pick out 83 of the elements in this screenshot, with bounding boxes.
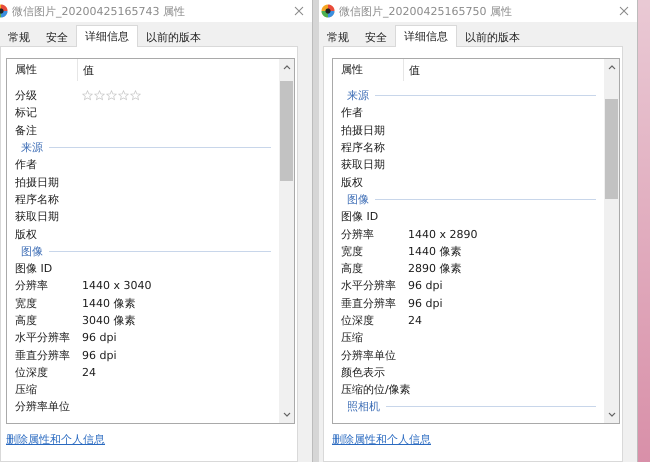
property-name: 图像 ID [341, 209, 380, 224]
star-rating[interactable] [82, 90, 141, 102]
tab[interactable]: 详细信息 [395, 25, 457, 47]
property-name: 位深度 [341, 313, 375, 328]
property-value: 1440 像素 [82, 296, 136, 311]
property-name: 分辨率单位 [341, 348, 397, 363]
column-header[interactable]: 属性 [7, 59, 78, 81]
star-icon [106, 90, 117, 102]
scrollbar[interactable] [279, 59, 294, 423]
property-name: 分辨率 [15, 278, 49, 294]
property-name: 位深度 [15, 364, 49, 380]
property-name: 压缩 [341, 330, 364, 346]
scroll-thumb[interactable] [605, 99, 618, 199]
column-header[interactable]: 值 [78, 62, 94, 78]
property-value: 1440 像素 [408, 244, 462, 259]
close-icon[interactable] [619, 6, 629, 16]
property-name: 备注 [15, 122, 38, 138]
tab[interactable]: 详细信息 [76, 25, 138, 47]
property-name: 程序名称 [341, 140, 386, 156]
property-name: 垂直分辨率 [341, 296, 397, 311]
property-name: 分辨率单位 [15, 399, 71, 414]
property-name: 水平分辨率 [15, 330, 71, 346]
property-name: 压缩 [15, 382, 38, 398]
property-name: 分级 [15, 88, 38, 104]
window-title: 微信图片_20200425165743 属性 [12, 4, 186, 18]
property-name: 版权 [341, 174, 364, 190]
property-name: 作者 [341, 105, 364, 120]
property-name: 版权 [15, 226, 38, 242]
property-name: 拍摄日期 [15, 174, 60, 190]
property-name: 标记 [15, 105, 38, 120]
tab[interactable]: 安全 [38, 27, 76, 46]
property-name: 分辨率 [341, 226, 375, 242]
remove-properties-link[interactable]: 删除属性和个人信息 [332, 432, 431, 447]
section-title: 来源 [21, 140, 43, 156]
scroll-up-icon[interactable] [608, 64, 616, 70]
property-value: 1440 x 3040 [82, 279, 152, 292]
scroll-thumb[interactable] [280, 81, 293, 181]
star-icon [82, 90, 93, 102]
property-name: 获取日期 [341, 157, 386, 172]
remove-properties-link[interactable]: 删除属性和个人信息 [6, 432, 105, 447]
section-title: 来源 [347, 88, 369, 104]
column-header[interactable]: 属性 [333, 59, 404, 81]
tab[interactable]: 以前的版本 [457, 27, 528, 46]
property-name: 高度 [15, 313, 38, 328]
property-name: 压缩的位/像素 [341, 382, 408, 398]
tab[interactable]: 安全 [357, 27, 395, 46]
scrollbar[interactable] [604, 59, 619, 423]
property-name: 获取日期 [15, 209, 60, 224]
property-value: 24 [408, 314, 422, 327]
property-name: 垂直分辨率 [15, 348, 71, 363]
property-value: 96 dpi [82, 331, 117, 344]
property-name: 颜色表示 [341, 364, 386, 380]
property-name: 图像 ID [15, 261, 54, 276]
property-value: 24 [82, 366, 96, 379]
property-name: 程序名称 [15, 192, 60, 207]
section-title: 照相机 [347, 399, 380, 414]
scroll-up-icon[interactable] [282, 64, 290, 70]
property-value: 96 dpi [408, 296, 443, 310]
column-header[interactable]: 值 [404, 62, 420, 78]
tab[interactable]: 以前的版本 [138, 27, 209, 46]
section-title: 图像 [21, 244, 43, 259]
close-icon[interactable] [294, 6, 304, 16]
property-name: 宽度 [341, 244, 364, 259]
property-name: 拍摄日期 [341, 122, 386, 138]
star-icon [130, 90, 141, 102]
property-name: 水平分辨率 [341, 278, 397, 294]
property-value: 2890 像素 [408, 261, 462, 276]
star-icon [94, 90, 105, 102]
property-name: 宽度 [15, 296, 38, 311]
property-name: 高度 [341, 261, 364, 276]
property-value: 96 dpi [82, 348, 117, 362]
section-title: 图像 [347, 192, 369, 207]
app-icon [321, 4, 335, 18]
scroll-down-icon[interactable] [282, 412, 290, 418]
property-value: 96 dpi [408, 279, 443, 292]
star-icon [118, 90, 129, 102]
property-value: 3040 像素 [82, 313, 136, 328]
property-name: 作者 [15, 157, 38, 172]
tab[interactable]: 常规 [319, 27, 357, 46]
tab[interactable]: 常规 [0, 27, 38, 46]
property-value: 1440 x 2890 [408, 228, 478, 241]
window-title: 微信图片_20200425165750 属性 [339, 4, 513, 18]
scroll-down-icon[interactable] [608, 412, 616, 418]
